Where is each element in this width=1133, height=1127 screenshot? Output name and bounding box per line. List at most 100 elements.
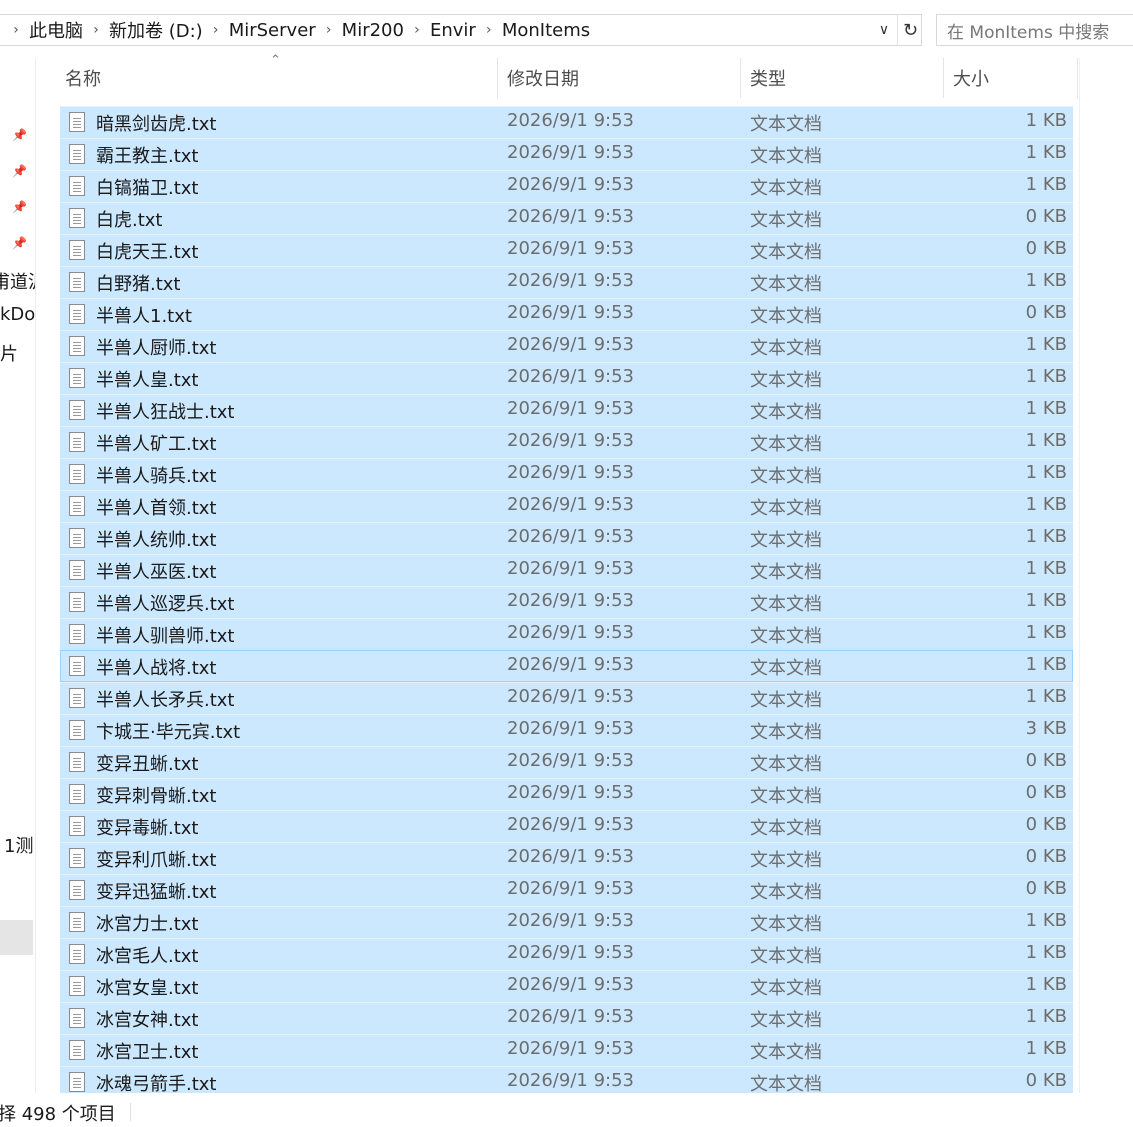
file-name: 半兽人狂战士.txt xyxy=(96,402,235,423)
file-size: 1 KB xyxy=(1025,942,1067,963)
file-row[interactable]: 半兽人巡逻兵.txt 2026/9/1 9:53 文本文档 1 KB xyxy=(60,586,1073,618)
text-file-icon xyxy=(69,976,85,996)
chevron-right-icon[interactable]: › xyxy=(318,22,340,38)
file-row[interactable]: 半兽人战将.txt 2026/9/1 9:53 文本文档 1 KB xyxy=(60,650,1073,682)
pin-icon[interactable]: 📌 xyxy=(12,128,27,142)
chevron-right-icon[interactable]: › xyxy=(478,22,500,38)
file-row[interactable]: 变异迅猛蜥.txt 2026/9/1 9:53 文本文档 0 KB xyxy=(60,874,1073,906)
file-type: 文本文档 xyxy=(750,274,822,295)
column-header-date[interactable]: 修改日期 xyxy=(501,58,740,98)
file-type: 文本文档 xyxy=(750,1042,822,1063)
file-type: 文本文档 xyxy=(750,594,822,615)
breadcrumb-item-mir200[interactable]: Mir200 xyxy=(340,20,406,41)
file-type: 文本文档 xyxy=(750,626,822,647)
pane-divider[interactable] xyxy=(35,58,36,1093)
nav-item[interactable]: 片 xyxy=(0,340,18,366)
chevron-right-icon[interactable]: › xyxy=(205,22,227,38)
file-name: 冰宫卫士.txt xyxy=(96,1042,199,1063)
file-row[interactable]: 半兽人驯兽师.txt 2026/9/1 9:53 文本文档 1 KB xyxy=(60,618,1073,650)
breadcrumb-item-monitems[interactable]: MonItems xyxy=(500,20,592,41)
pin-icon[interactable]: 📌 xyxy=(12,164,27,178)
file-date: 2026/9/1 9:53 xyxy=(507,686,634,707)
file-name: 半兽人长矛兵.txt xyxy=(96,690,235,711)
column-divider[interactable] xyxy=(943,58,944,98)
file-name: 暗黑剑齿虎.txt xyxy=(96,114,217,135)
breadcrumb-item-mirserver[interactable]: MirServer xyxy=(227,20,318,41)
file-row[interactable]: 变异丑蜥.txt 2026/9/1 9:53 文本文档 0 KB xyxy=(60,746,1073,778)
file-size: 0 KB xyxy=(1025,814,1067,835)
file-date: 2026/9/1 9:53 xyxy=(507,526,634,547)
chevron-right-icon[interactable]: › xyxy=(5,22,27,38)
file-type: 文本文档 xyxy=(750,946,822,967)
refresh-icon[interactable]: ↻ xyxy=(897,15,923,45)
file-row[interactable]: 白虎天王.txt 2026/9/1 9:53 文本文档 0 KB xyxy=(60,234,1073,266)
file-size: 1 KB xyxy=(1025,558,1067,579)
file-date: 2026/9/1 9:53 xyxy=(507,174,634,195)
file-row[interactable]: 冰宫力士.txt 2026/9/1 9:53 文本文档 1 KB xyxy=(60,906,1073,938)
file-row[interactable]: 白镐猫卫.txt 2026/9/1 9:53 文本文档 1 KB xyxy=(60,170,1073,202)
file-type: 文本文档 xyxy=(750,818,822,839)
breadcrumb-item-this-pc[interactable]: 此电脑 xyxy=(27,17,85,43)
file-size: 0 KB xyxy=(1025,782,1067,803)
file-name: 半兽人首领.txt xyxy=(96,498,217,519)
file-row[interactable]: 变异刺骨蜥.txt 2026/9/1 9:53 文本文档 0 KB xyxy=(60,778,1073,810)
text-file-icon xyxy=(69,112,85,132)
file-date: 2026/9/1 9:53 xyxy=(507,142,634,163)
file-row[interactable]: 冰宫卫士.txt 2026/9/1 9:53 文本文档 1 KB xyxy=(60,1034,1073,1066)
file-row[interactable]: 卞城王·毕元宾.txt 2026/9/1 9:53 文本文档 3 KB xyxy=(60,714,1073,746)
address-bar[interactable]: › 此电脑 › 新加卷 (D:) › MirServer › Mir200 › … xyxy=(0,14,922,46)
file-row[interactable]: 半兽人1.txt 2026/9/1 9:53 文本文档 0 KB xyxy=(60,298,1073,330)
file-date: 2026/9/1 9:53 xyxy=(507,590,634,611)
file-name: 半兽人战将.txt xyxy=(96,658,217,679)
file-name: 变异利爪蜥.txt xyxy=(96,850,217,871)
file-name: 半兽人巡逻兵.txt xyxy=(96,594,235,615)
text-file-icon xyxy=(69,624,85,644)
pin-icon[interactable]: 📌 xyxy=(12,236,27,250)
breadcrumb-item-drive-d[interactable]: 新加卷 (D:) xyxy=(107,17,205,43)
file-name: 半兽人矿工.txt xyxy=(96,434,217,455)
chevron-right-icon[interactable]: › xyxy=(85,22,107,38)
file-row[interactable]: 冰宫女神.txt 2026/9/1 9:53 文本文档 1 KB xyxy=(60,1002,1073,1034)
file-row[interactable]: 半兽人皇.txt 2026/9/1 9:53 文本文档 1 KB xyxy=(60,362,1073,394)
nav-item-selected[interactable] xyxy=(0,920,33,955)
nav-item[interactable]: kDo xyxy=(0,304,35,325)
file-row[interactable]: 半兽人狂战士.txt 2026/9/1 9:53 文本文档 1 KB xyxy=(60,394,1073,426)
file-row[interactable]: 白虎.txt 2026/9/1 9:53 文本文档 0 KB xyxy=(60,202,1073,234)
file-size: 0 KB xyxy=(1025,1070,1067,1091)
scrollbar[interactable] xyxy=(1079,58,1080,1093)
column-divider[interactable] xyxy=(497,58,498,98)
file-row[interactable]: 霸王教主.txt 2026/9/1 9:53 文本文档 1 KB xyxy=(60,138,1073,170)
file-row[interactable]: 半兽人统帅.txt 2026/9/1 9:53 文本文档 1 KB xyxy=(60,522,1073,554)
file-date: 2026/9/1 9:53 xyxy=(507,206,634,227)
file-row[interactable]: 半兽人首领.txt 2026/9/1 9:53 文本文档 1 KB xyxy=(60,490,1073,522)
breadcrumb-item-envir[interactable]: Envir xyxy=(428,20,478,41)
file-row[interactable]: 暗黑剑齿虎.txt 2026/9/1 9:53 文本文档 1 KB xyxy=(60,106,1073,138)
file-row[interactable]: 半兽人矿工.txt 2026/9/1 9:53 文本文档 1 KB xyxy=(60,426,1073,458)
column-header-name[interactable]: 名称 xyxy=(59,58,497,98)
text-file-icon xyxy=(69,688,85,708)
file-row[interactable]: 半兽人长矛兵.txt 2026/9/1 9:53 文本文档 1 KB xyxy=(60,682,1073,714)
nav-item[interactable]: 1测 xyxy=(4,832,33,858)
file-row[interactable]: 变异毒蜥.txt 2026/9/1 9:53 文本文档 0 KB xyxy=(60,810,1073,842)
file-date: 2026/9/1 9:53 xyxy=(507,942,634,963)
file-size: 1 KB xyxy=(1025,622,1067,643)
file-row[interactable]: 半兽人骑兵.txt 2026/9/1 9:53 文本文档 1 KB xyxy=(60,458,1073,490)
text-file-icon xyxy=(69,944,85,964)
column-divider[interactable] xyxy=(740,58,741,98)
file-row[interactable]: 冰宫女皇.txt 2026/9/1 9:53 文本文档 1 KB xyxy=(60,970,1073,1002)
chevron-right-icon[interactable]: › xyxy=(406,22,428,38)
column-header-size[interactable]: 大小 xyxy=(947,58,1077,98)
chevron-down-icon[interactable]: ∨ xyxy=(871,15,897,45)
pin-icon[interactable]: 📌 xyxy=(12,200,27,214)
nav-item[interactable]: 甫道沪 xyxy=(0,268,36,294)
file-row[interactable]: 冰宫毛人.txt 2026/9/1 9:53 文本文档 1 KB xyxy=(60,938,1073,970)
file-row[interactable]: 变异利爪蜥.txt 2026/9/1 9:53 文本文档 0 KB xyxy=(60,842,1073,874)
column-header-type[interactable]: 类型 xyxy=(744,58,943,98)
navigation-pane: 📌 📌 📌 📌 甫道沪 kDo 片 1测 xyxy=(0,58,36,1093)
file-row[interactable]: 半兽人厨师.txt 2026/9/1 9:53 文本文档 1 KB xyxy=(60,330,1073,362)
search-input[interactable]: 在 MonItems 中搜索 xyxy=(936,14,1133,46)
file-row[interactable]: 半兽人巫医.txt 2026/9/1 9:53 文本文档 1 KB xyxy=(60,554,1073,586)
file-row[interactable]: 白野猪.txt 2026/9/1 9:53 文本文档 1 KB xyxy=(60,266,1073,298)
column-divider[interactable] xyxy=(1077,58,1078,98)
file-date: 2026/9/1 9:53 xyxy=(507,846,634,867)
